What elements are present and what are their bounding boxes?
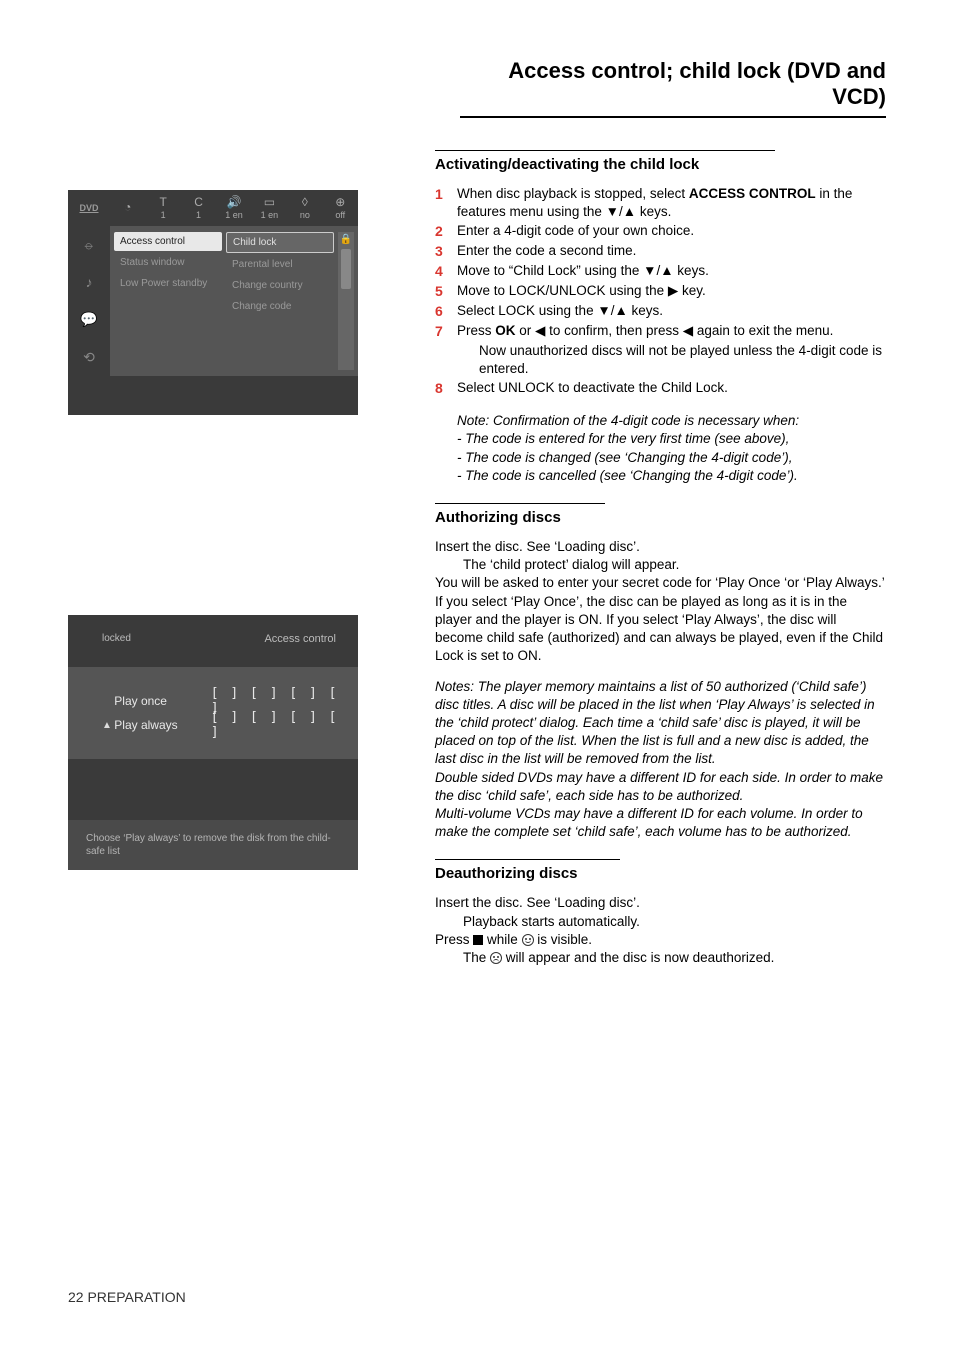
dvd-top-icons: ◔ T1 C1 🔊1 en ▭1 en ◊no ⊕off (110, 190, 358, 226)
top-icon-6: ⊕off (323, 190, 358, 226)
step-7-text: Press OK or ◀ to confirm, then press ◀ a… (457, 322, 886, 341)
note-line-0: - The code is entered for the very first… (457, 430, 886, 448)
dvd-col1-item-2: Low Power standby (114, 274, 222, 293)
step-5-num: 5 (435, 282, 457, 301)
ac-title: Access control (264, 633, 336, 645)
dvd-col1-item-0: Access control (114, 232, 222, 251)
step-7-num: 7 (435, 322, 457, 341)
dvd-col2-item-0: Child lock (226, 232, 334, 253)
ac-row1-slots: [ ] [ ] [ ] [ ] (211, 710, 340, 740)
top-icon-5: ◊no (287, 190, 322, 226)
top-icon-1: T1 (145, 190, 180, 226)
rule-authorizing (435, 503, 605, 504)
left-icon-0: ⦵ (68, 226, 110, 264)
rule-activate (435, 150, 775, 151)
dvd-col1: Access control Status window Low Power s… (114, 232, 222, 370)
heading-activate: Activating/deactivating the child lock (435, 156, 886, 173)
deauth-l2: Playback starts automatically. (435, 913, 886, 931)
auth-notes1: Notes: The player memory maintains a lis… (435, 678, 886, 769)
ac-row-1: ▲ Play always [ ] [ ] [ ] [ ] (102, 713, 340, 737)
step-2-text: Enter a 4-digit code of your own choice. (457, 222, 886, 241)
auth-notes2: Double sided DVDs may have a different I… (435, 769, 886, 805)
step-2-num: 2 (435, 222, 457, 241)
step-7-sub: Now unauthorized discs will not be playe… (435, 342, 886, 378)
step-1-text: When disc playback is stopped, select AC… (457, 185, 886, 221)
deauth-l1: Insert the disc. See ‘Loading disc’. (435, 894, 886, 912)
step-8: 8Select UNLOCK to deactivate the Child L… (435, 379, 886, 398)
dvd-col1-item-1: Status window (114, 253, 222, 272)
deauth-l4: The will appear and the disc is now deau… (435, 949, 886, 967)
auth-p1b: The ‘child protect’ dialog will appear. (435, 556, 886, 574)
dvd-main: ⦵ ♪ 💬 ⟲ Access control Status window Low… (68, 226, 358, 376)
step-5: 5Move to LOCK/UNLOCK using the ▶ key. (435, 282, 886, 301)
step-1-num: 1 (435, 185, 457, 221)
step-5-text: Move to LOCK/UNLOCK using the ▶ key. (457, 282, 886, 301)
step-3: 3Enter the code a second time. (435, 242, 886, 261)
ac-header: locked Access control (68, 615, 358, 653)
step-1: 1 When disc playback is stopped, select … (435, 185, 886, 221)
dvd-col2-item-2: Change country (226, 276, 334, 295)
top-icon-4: ▭1 en (252, 190, 287, 226)
stop-icon (473, 935, 483, 945)
rule-deauth (435, 859, 620, 860)
left-column: DVD ◔ T1 C1 🔊1 en ▭1 en ◊no ⊕off ⦵ ♪ 💬 ⟲… (68, 190, 388, 870)
step-4-num: 4 (435, 262, 457, 281)
step-6-text: Select LOCK using the ▼/▲ keys. (457, 302, 886, 321)
dvd-top-bar: DVD ◔ T1 C1 🔊1 en ▭1 en ◊no ⊕off (68, 190, 358, 226)
step-8-text: Select UNLOCK to deactivate the Child Lo… (457, 379, 886, 398)
ac-locked-label: locked (102, 633, 131, 645)
step-7: 7 Press OK or ◀ to confirm, then press ◀… (435, 322, 886, 341)
note-lead: Note: Confirmation of the 4-digit code i… (457, 412, 886, 430)
lock-icon: 🔒 (340, 234, 352, 245)
heading-deauth: Deauthorizing discs (435, 865, 886, 882)
dvd-panel: Access control Status window Low Power s… (110, 226, 358, 376)
dvd-col2: Child lock Parental level Change country… (226, 232, 334, 370)
activate-note: Note: Confirmation of the 4-digit code i… (435, 412, 886, 485)
scrollbar-thumb (341, 249, 351, 289)
ac-row1-arrow: ▲ (102, 720, 114, 731)
dvd-scrollbar: 🔒 (338, 232, 354, 370)
auth-p1a: Insert the disc. See ‘Loading disc’. (435, 538, 886, 556)
step-3-num: 3 (435, 242, 457, 261)
deauth-l3: Press while is visible. (435, 931, 886, 949)
left-icon-3: ⟲ (68, 339, 110, 377)
page-title-bar: Access control; child lock (DVD and VCD) (460, 58, 886, 118)
right-column: Activating/deactivating the child lock 1… (435, 150, 886, 979)
safe-icon (522, 934, 534, 946)
step-4-text: Move to “Child Lock” using the ▼/▲ keys. (457, 262, 886, 281)
step-6: 6Select LOCK using the ▼/▲ keys. (435, 302, 886, 321)
dvd-col2-item-1: Parental level (226, 255, 334, 274)
top-icon-0: ◔ (110, 190, 145, 226)
title-rule (460, 116, 886, 118)
ac-row1-label: Play always (114, 718, 210, 732)
top-icon-2: C1 (181, 190, 216, 226)
left-icon-2: 💬 (68, 301, 110, 339)
left-icon-1: ♪ (68, 264, 110, 302)
ac-body: Play once [ ] [ ] [ ] [ ] ▲ Play always … (68, 667, 358, 759)
page-number: 22 (68, 1289, 84, 1305)
access-control-dialog-screenshot: locked Access control Play once [ ] [ ] … (68, 615, 358, 870)
ac-footer: Choose ‘Play always’ to remove the disk … (68, 820, 358, 870)
page-title: Access control; child lock (DVD and VCD) (460, 58, 886, 116)
footer: 22 PREPARATION (68, 1289, 186, 1305)
dvd-logo-cell: DVD (68, 190, 110, 226)
note-line-2: - The code is cancelled (see ‘Changing t… (457, 467, 886, 485)
step-4: 4Move to “Child Lock” using the ▼/▲ keys… (435, 262, 886, 281)
footer-section-label: PREPARATION (87, 1289, 185, 1305)
note-line-1: - The code is changed (see ‘Changing the… (457, 449, 886, 467)
step-3-text: Enter the code a second time. (457, 242, 886, 261)
unsafe-icon (490, 952, 502, 964)
heading-authorizing: Authorizing discs (435, 509, 886, 526)
step-6-num: 6 (435, 302, 457, 321)
dvd-left-icons: ⦵ ♪ 💬 ⟲ (68, 226, 110, 376)
top-icon-3: 🔊1 en (216, 190, 251, 226)
auth-notes3: Multi-volume VCDs may have a different I… (435, 805, 886, 841)
dvd-settings-screenshot: DVD ◔ T1 C1 🔊1 en ▭1 en ◊no ⊕off ⦵ ♪ 💬 ⟲… (68, 190, 358, 415)
auth-p2: You will be asked to enter your secret c… (435, 574, 886, 665)
step-2: 2Enter a 4-digit code of your own choice… (435, 222, 886, 241)
dvd-col2-item-3: Change code (226, 297, 334, 316)
ac-row0-label: Play once (114, 694, 210, 708)
steps-activate: 1 When disc playback is stopped, select … (435, 185, 886, 398)
step-8-num: 8 (435, 379, 457, 398)
